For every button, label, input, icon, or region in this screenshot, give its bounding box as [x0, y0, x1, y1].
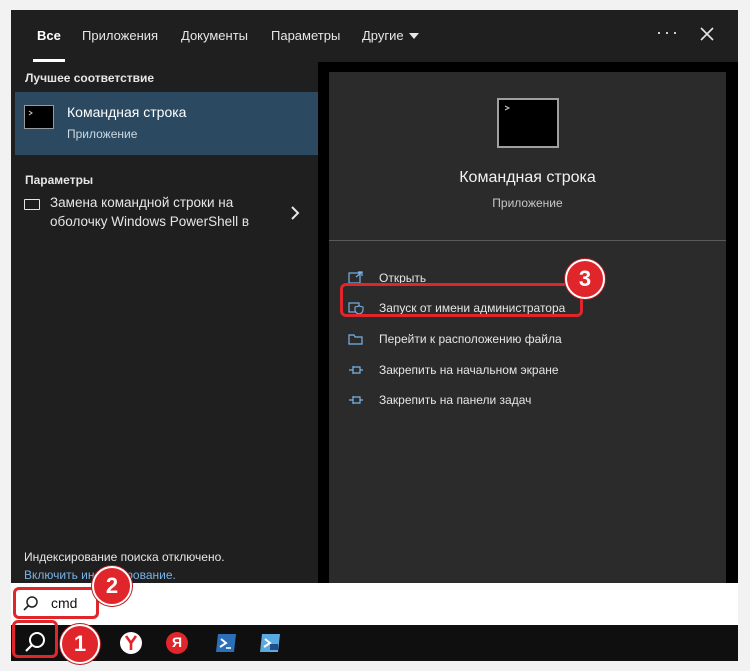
app-details-pane: Командная строка Приложение Открыть Запу…: [329, 72, 726, 583]
pin-icon: [349, 366, 363, 374]
yandex-browser-icon: [120, 632, 142, 654]
tab-apps[interactable]: Приложения: [82, 28, 158, 43]
tab-all[interactable]: Все: [37, 28, 61, 43]
action-pin-to-taskbar-label: Закрепить на панели задач: [379, 393, 532, 407]
monitor-icon: [24, 199, 40, 210]
action-open-file-location-label: Перейти к расположению файла: [379, 332, 562, 346]
tab-bar: Все Приложения Документы Параметры Други…: [11, 10, 738, 62]
app-title: Командная строка: [459, 169, 596, 186]
step-1-badge: 1: [60, 624, 100, 664]
powershell-button[interactable]: [212, 629, 240, 657]
tab-other-label: Другие: [362, 28, 404, 43]
powershell-icon: [216, 634, 236, 652]
app-subtitle: Приложение: [492, 196, 563, 210]
powershell-ise-button[interactable]: [256, 629, 284, 657]
run-as-admin-highlight: [340, 283, 583, 317]
chevron-right-icon: [291, 206, 300, 220]
command-prompt-icon: [24, 105, 54, 129]
powershell-ise-icon: [260, 634, 280, 652]
action-pin-to-start[interactable]: Закрепить на начальном экране: [348, 361, 708, 383]
best-match-heading: Лучшее соответствие: [25, 71, 155, 85]
close-button[interactable]: [697, 22, 717, 46]
tab-settings[interactable]: Параметры: [271, 28, 340, 43]
search-window: Все Приложения Документы Параметры Други…: [11, 10, 738, 661]
action-pin-to-start-label: Закрепить на начальном экране: [379, 363, 559, 377]
action-open-file-location[interactable]: Перейти к расположению файла: [348, 330, 708, 352]
taskbar-search-highlight: [12, 620, 58, 658]
more-options-button[interactable]: ···: [656, 22, 680, 43]
yandex-label: Я: [171, 634, 183, 650]
best-match-item[interactable]: Командная строка Приложение: [15, 92, 318, 155]
close-icon: [700, 27, 714, 41]
folder-icon: [348, 334, 363, 345]
best-match-subtitle: Приложение: [67, 127, 138, 141]
tab-documents[interactable]: Документы: [181, 28, 248, 43]
setting-item-label: Замена командной строки на оболочку Wind…: [50, 195, 250, 229]
best-match-title: Командная строка: [67, 104, 187, 120]
yandex-button[interactable]: Я: [163, 629, 191, 657]
command-prompt-large-icon: [497, 98, 559, 148]
taskbar: Я: [11, 625, 738, 661]
divider: [329, 240, 726, 241]
search-box-highlight: [13, 587, 99, 619]
setting-item-powershell[interactable]: Замена командной строки на оболочку Wind…: [11, 193, 318, 245]
settings-heading: Параметры: [25, 173, 94, 187]
indexing-notice: Индексирование поиска отключено.: [24, 550, 225, 564]
chevron-down-icon: [408, 32, 419, 39]
results-pane: Лучшее соответствие Командная строка При…: [11, 62, 318, 583]
step-2-badge: 2: [92, 566, 132, 606]
tab-other[interactable]: Другие: [362, 28, 419, 43]
pin-icon: [349, 396, 363, 404]
yandex-browser-button[interactable]: [117, 629, 145, 657]
step-3-badge: 3: [565, 259, 605, 299]
action-pin-to-taskbar[interactable]: Закрепить на панели задач: [348, 391, 708, 413]
